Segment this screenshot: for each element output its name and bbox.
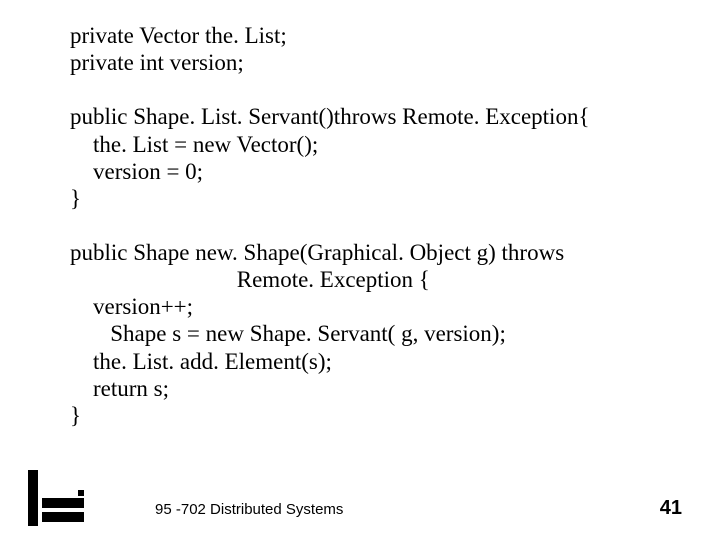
code-line: private int version; bbox=[70, 50, 244, 75]
code-line: Shape s = new Shape. Servant( g, version… bbox=[70, 321, 506, 346]
logo-icon bbox=[28, 470, 84, 526]
page-number: 41 bbox=[660, 497, 682, 520]
code-line: Remote. Exception { bbox=[70, 267, 430, 292]
code-line: return s; bbox=[70, 376, 169, 401]
code-line: version++; bbox=[70, 294, 193, 319]
footer-text: 95 -702 Distributed Systems bbox=[155, 501, 343, 518]
code-line: public Shape. List. Servant()throws Remo… bbox=[70, 104, 590, 129]
code-line: } bbox=[70, 186, 81, 211]
slide: private Vector the. List; private int ve… bbox=[0, 0, 720, 540]
code-line: the. List. add. Element(s); bbox=[70, 349, 332, 374]
code-block: private Vector the. List; private int ve… bbox=[70, 22, 590, 429]
code-line: version = 0; bbox=[70, 159, 203, 184]
code-line: private Vector the. List; bbox=[70, 23, 287, 48]
code-line: public Shape new. Shape(Graphical. Objec… bbox=[70, 240, 564, 265]
code-line: } bbox=[70, 403, 81, 428]
code-line: the. List = new Vector(); bbox=[70, 132, 318, 157]
